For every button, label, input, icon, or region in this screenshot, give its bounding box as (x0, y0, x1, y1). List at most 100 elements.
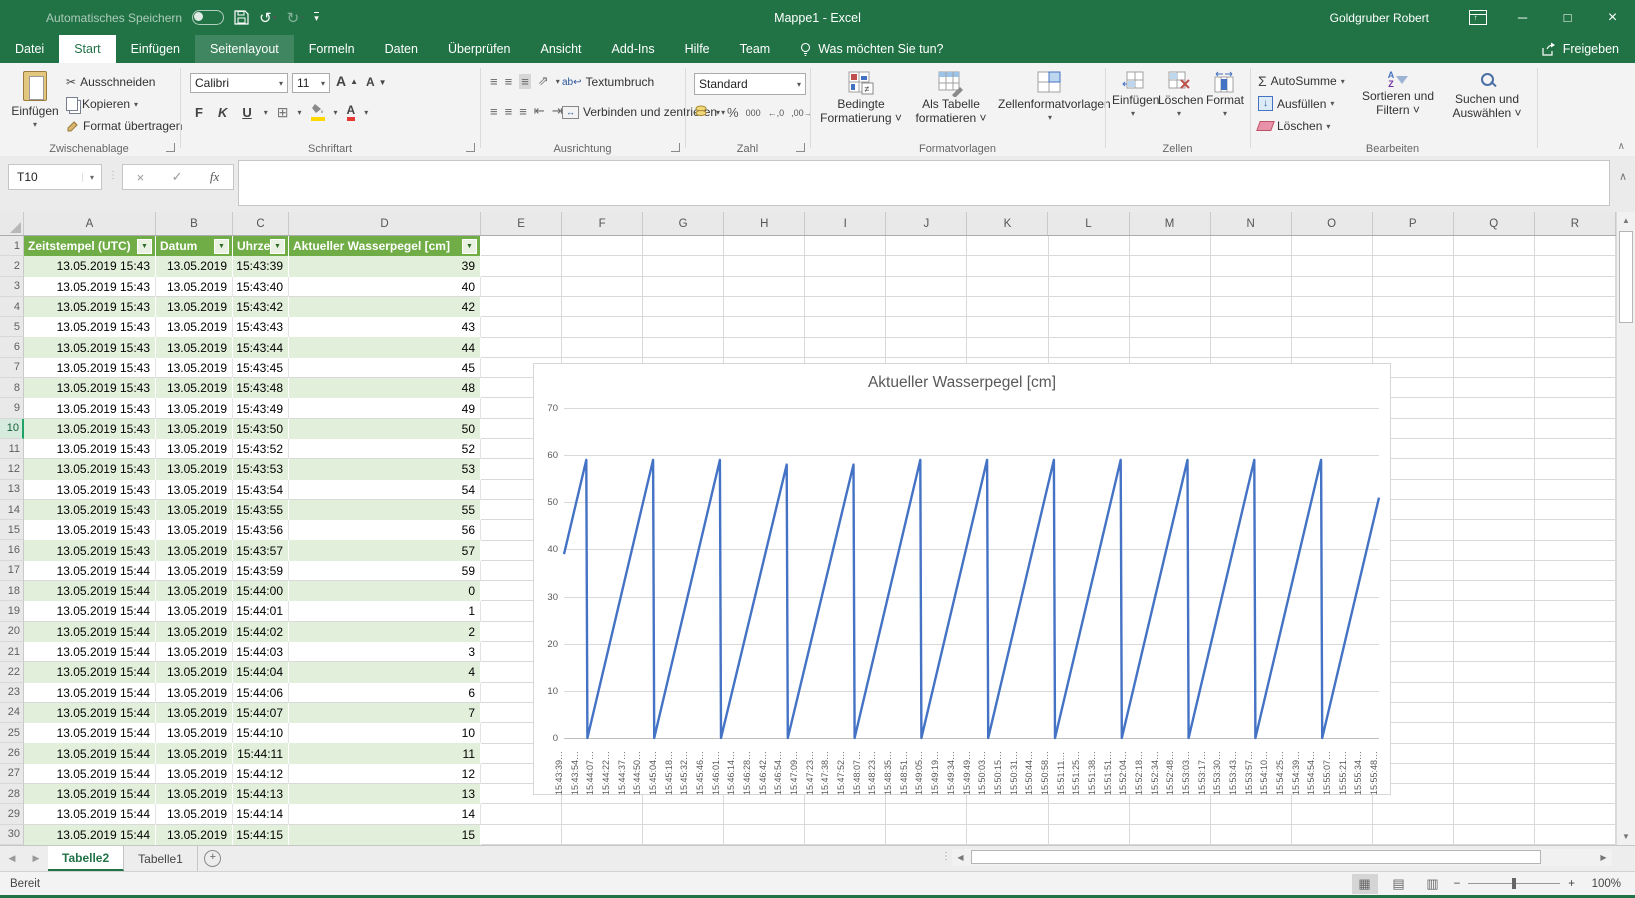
filter-dropdown-icon[interactable]: ▼ (462, 239, 477, 254)
row-header-29[interactable]: 29 (0, 804, 24, 824)
table-cell[interactable]: 13.05.2019 (156, 601, 233, 621)
table-cell[interactable]: 13.05.2019 (156, 540, 233, 560)
filter-dropdown-icon[interactable]: ▼ (270, 239, 285, 254)
sheet-tab-tabelle1[interactable]: Tabelle1 (124, 846, 198, 871)
table-cell[interactable]: 52 (289, 439, 481, 459)
table-cell[interactable]: 13.05.2019 (156, 642, 233, 662)
table-cell[interactable]: 13.05.2019 15:44 (24, 561, 156, 581)
table-cell[interactable]: 4 (289, 662, 481, 682)
comma-style-button[interactable]: 000 (746, 108, 761, 118)
close-button[interactable]: × (1590, 0, 1635, 35)
table-row[interactable]: 13.05.2019 15:4413.05.201915:44:1010 (24, 723, 481, 743)
ribbon-display-options-button[interactable] (1455, 0, 1500, 35)
table-cell[interactable]: 56 (289, 520, 481, 540)
table-cell[interactable]: 50 (289, 419, 481, 439)
format-cells-button[interactable]: Format ▾ (1204, 71, 1246, 121)
page-layout-view-button[interactable]: ▤ (1386, 874, 1412, 894)
row-header-22[interactable]: 22 (0, 662, 24, 682)
table-cell[interactable]: 15:44:13 (233, 784, 289, 804)
table-cell[interactable]: 13.05.2019 15:44 (24, 825, 156, 845)
column-header-F[interactable]: F (562, 212, 643, 235)
table-cell[interactable]: 10 (289, 723, 481, 743)
new-sheet-button[interactable]: + (198, 846, 228, 871)
table-cell[interactable]: 13.05.2019 (156, 277, 233, 297)
row-header-12[interactable]: 12 (0, 459, 24, 479)
column-header-N[interactable]: N (1211, 212, 1292, 235)
table-cell[interactable]: 15:43:44 (233, 337, 289, 357)
table-row[interactable]: 13.05.2019 15:4413.05.201915:44:077 (24, 703, 481, 723)
table-cell[interactable]: 13.05.2019 15:44 (24, 642, 156, 662)
table-cell[interactable]: 13.05.2019 (156, 804, 233, 824)
table-cell[interactable]: 13.05.2019 15:44 (24, 743, 156, 763)
table-cell[interactable]: 15:43:54 (233, 480, 289, 500)
tell-me-search[interactable]: Was möchten Sie tun? (785, 35, 957, 63)
table-cell[interactable]: 42 (289, 297, 481, 317)
table-cell[interactable]: 15:44:14 (233, 804, 289, 824)
table-cell[interactable]: 13.05.2019 (156, 723, 233, 743)
sheet-tab-tabelle2[interactable]: Tabelle2 (48, 846, 124, 871)
ribbon-tab-einf-gen[interactable]: Einfügen (116, 35, 195, 63)
table-cell[interactable]: 1 (289, 601, 481, 621)
table-cell[interactable]: 13.05.2019 15:44 (24, 703, 156, 723)
table-header-cell[interactable]: Datum▼ (156, 236, 233, 256)
table-row[interactable]: 13.05.2019 15:4413.05.201915:44:1212 (24, 764, 481, 784)
table-row[interactable]: 13.05.2019 15:4313.05.201915:43:5252 (24, 439, 481, 459)
table-cell[interactable]: 13.05.2019 15:43 (24, 480, 156, 500)
table-cell[interactable]: 13.05.2019 15:44 (24, 622, 156, 642)
autosum-button[interactable]: Σ AutoSumme ▾ (1258, 73, 1345, 89)
table-row[interactable]: 13.05.2019 15:4313.05.201915:43:3939 (24, 256, 481, 276)
table-row[interactable]: 13.05.2019 15:4313.05.201915:43:5050 (24, 419, 481, 439)
zoom-out-button[interactable]: − (1454, 878, 1461, 890)
table-row[interactable]: 13.05.2019 15:4413.05.201915:44:1313 (24, 784, 481, 804)
table-cell[interactable]: 7 (289, 703, 481, 723)
table-row[interactable]: 13.05.2019 15:4313.05.201915:43:5555 (24, 500, 481, 520)
autosave-toggle[interactable] (192, 10, 224, 25)
column-header-C[interactable]: C (233, 212, 289, 235)
table-cell[interactable]: 13.05.2019 (156, 561, 233, 581)
table-cell[interactable]: 15:43:45 (233, 358, 289, 378)
align-left-button[interactable]: ≡ (490, 104, 498, 119)
scroll-right-button[interactable]: ▶ (1595, 849, 1612, 866)
table-row[interactable]: 13.05.2019 15:4313.05.201915:43:4545 (24, 358, 481, 378)
increase-indent-button[interactable]: ⇥ (552, 103, 563, 119)
table-cell[interactable]: 55 (289, 500, 481, 520)
percent-style-button[interactable]: % (727, 105, 739, 120)
table-cell[interactable]: 2 (289, 622, 481, 642)
row-header-10[interactable]: 10 (0, 419, 24, 439)
table-cell[interactable]: 13.05.2019 15:43 (24, 500, 156, 520)
insert-cells-button[interactable]: Einfügen ▾ (1112, 71, 1154, 121)
share-button[interactable]: Freigeben (1526, 35, 1635, 63)
table-cell[interactable]: 13.05.2019 (156, 683, 233, 703)
table-cell[interactable]: 15:44:11 (233, 743, 289, 763)
font-family-combo[interactable]: Calibri ▾ (190, 73, 288, 93)
table-cell[interactable]: 49 (289, 398, 481, 418)
table-row[interactable]: 13.05.2019 15:4413.05.201915:44:1414 (24, 804, 481, 824)
table-row[interactable]: 13.05.2019 15:4313.05.201915:43:4040 (24, 277, 481, 297)
table-cell[interactable]: 13 (289, 784, 481, 804)
currency-format-button[interactable] (694, 105, 709, 120)
font-size-combo[interactable]: 11 ▾ (292, 73, 330, 93)
row-header-15[interactable]: 15 (0, 520, 24, 540)
increase-decimal-button[interactable]: ←,0 (768, 108, 785, 118)
format-painter-button[interactable]: Format übertragen (66, 119, 182, 133)
fill-color-button[interactable] (311, 103, 325, 121)
table-cell[interactable]: 48 (289, 378, 481, 398)
align-middle-button[interactable]: ≡ (505, 74, 513, 89)
table-cell[interactable]: 15:43:53 (233, 459, 289, 479)
table-cell[interactable]: 15:44:07 (233, 703, 289, 723)
table-cell[interactable]: 0 (289, 581, 481, 601)
row-header-24[interactable]: 24 (0, 703, 24, 723)
table-row[interactable]: 13.05.2019 15:4313.05.201915:43:4242 (24, 297, 481, 317)
align-center-button[interactable]: ≡ (505, 104, 513, 119)
collapse-ribbon-button[interactable]: ∧ (1618, 141, 1625, 152)
copy-button[interactable]: Kopieren ▾ (66, 97, 138, 111)
row-header-25[interactable]: 25 (0, 723, 24, 743)
filter-dropdown-icon[interactable]: ▼ (214, 239, 229, 254)
number-format-combo[interactable]: Standard ▾ (694, 73, 806, 95)
table-cell[interactable]: 15:43:39 (233, 256, 289, 276)
table-cell[interactable]: 3 (289, 642, 481, 662)
ribbon-tab-add-ins[interactable]: Add-Ins (597, 35, 670, 63)
table-cell[interactable]: 15 (289, 825, 481, 845)
table-row[interactable]: 13.05.2019 15:4413.05.201915:44:022 (24, 622, 481, 642)
table-row[interactable]: 13.05.2019 15:4413.05.201915:44:000 (24, 581, 481, 601)
